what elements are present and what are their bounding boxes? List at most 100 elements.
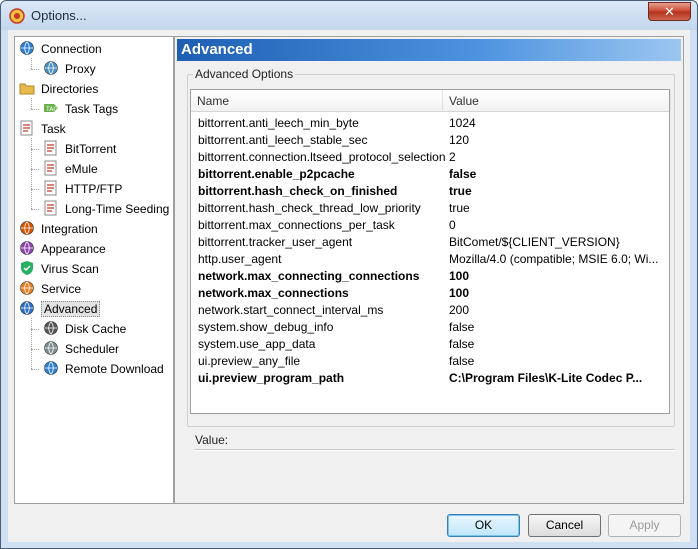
table-row[interactable]: network.max_connections 100 xyxy=(191,285,669,302)
tree-connector xyxy=(31,138,32,209)
integration-icon xyxy=(19,220,35,236)
tree-item-label: Integration xyxy=(41,222,98,236)
title-bar[interactable]: Options... ✕ xyxy=(1,1,697,30)
option-value: 100 xyxy=(449,269,470,283)
table-row[interactable]: bittorrent.tracker_user_agent BitComet/${… xyxy=(191,234,669,251)
tree-item-emule[interactable]: eMule xyxy=(43,160,98,178)
scheduler-icon xyxy=(43,340,59,356)
tree-item-disk-cache[interactable]: Disk Cache xyxy=(43,320,126,338)
ok-button[interactable]: OK xyxy=(447,514,520,537)
tree-item-proxy[interactable]: Proxy xyxy=(43,60,96,78)
option-name: system.show_debug_info xyxy=(198,320,334,334)
tree-item-directories[interactable]: Directories xyxy=(19,80,98,98)
folder-icon xyxy=(19,80,35,96)
tree-connector xyxy=(31,318,32,369)
option-name: bittorrent.max_connections_per_task xyxy=(198,218,395,232)
advanced-icon xyxy=(19,300,35,316)
tree-connector xyxy=(31,109,39,110)
option-value: false xyxy=(449,167,477,181)
apply-button[interactable]: Apply xyxy=(608,514,681,537)
client-area: Connection Proxy Directories TAG Task Tags Ta… xyxy=(8,30,690,542)
options-tree[interactable]: Connection Proxy Directories TAG Task Tags Ta… xyxy=(14,36,174,504)
palette-icon xyxy=(19,240,35,256)
option-name: network.max_connections xyxy=(198,286,349,300)
table-row[interactable]: bittorrent.enable_p2pcache false xyxy=(191,166,669,183)
cancel-button[interactable]: Cancel xyxy=(528,514,601,537)
table-row[interactable]: ui.preview_program_path C:\Program Files\… xyxy=(191,370,669,387)
option-name: bittorrent.hash_check_thread_low_priorit… xyxy=(198,201,421,215)
tree-item-advanced[interactable]: Advanced xyxy=(19,300,101,318)
tree-item-bittorrent[interactable]: BitTorrent xyxy=(43,140,116,158)
table-row[interactable]: system.show_debug_info false xyxy=(191,319,669,336)
option-value: false xyxy=(449,337,475,351)
options-list[interactable]: Name Value bittorrent.anti_leech_min_byt… xyxy=(190,89,671,414)
tree-item-long-time-seeding[interactable]: Long-Time Seeding xyxy=(43,200,169,218)
options-window: Options... ✕ Connection Proxy Directories T… xyxy=(0,0,698,549)
list-header: Name Value xyxy=(191,90,671,112)
tree-item-service[interactable]: Service xyxy=(19,280,81,298)
column-header-value[interactable]: Value xyxy=(443,90,671,112)
tree-item-task[interactable]: Task xyxy=(19,120,66,138)
option-name: bittorrent.enable_p2pcache xyxy=(198,167,355,181)
table-row[interactable]: bittorrent.anti_leech_min_byte 1024 xyxy=(191,115,669,132)
option-value: true xyxy=(449,184,472,198)
tree-connector xyxy=(31,69,39,70)
option-name: bittorrent.anti_leech_stable_sec xyxy=(198,133,368,147)
option-name: ui.preview_program_path xyxy=(198,371,345,385)
tree-item-http-ftp[interactable]: HTTP/FTP xyxy=(43,180,122,198)
table-row[interactable]: network.start_connect_interval_ms 200 xyxy=(191,302,669,319)
tree-item-task-tags[interactable]: TAG Task Tags xyxy=(43,100,118,118)
option-name: system.use_app_data xyxy=(198,337,316,351)
globe-icon xyxy=(19,40,35,56)
tree-item-label: Long-Time Seeding xyxy=(65,202,170,216)
option-name: bittorrent.anti_leech_min_byte xyxy=(198,116,359,130)
table-row[interactable]: bittorrent.hash_check_on_finished true xyxy=(191,183,669,200)
table-row[interactable]: bittorrent.connection.ltseed_protocol_se… xyxy=(191,149,669,166)
option-name: bittorrent.hash_check_on_finished xyxy=(198,184,398,198)
value-separator xyxy=(195,449,675,451)
option-value: false xyxy=(449,354,475,368)
table-row[interactable]: network.max_connecting_connections 100 xyxy=(191,268,669,285)
list-rows: bittorrent.anti_leech_min_byte 1024 bittor… xyxy=(191,115,669,387)
option-value: 1024 xyxy=(449,116,476,130)
tree-connector xyxy=(31,149,39,150)
tree-item-remote-download[interactable]: Remote Download xyxy=(43,360,164,378)
option-value: true xyxy=(449,201,470,215)
column-header-name[interactable]: Name xyxy=(191,90,443,112)
tree-connector xyxy=(31,58,32,69)
shield-icon xyxy=(19,260,35,276)
table-row[interactable]: bittorrent.max_connections_per_task 0 xyxy=(191,217,669,234)
tree-item-label: HTTP/FTP xyxy=(65,182,123,196)
network-icon xyxy=(43,60,59,76)
tree-item-virus-scan[interactable]: Virus Scan xyxy=(19,260,99,278)
tree-item-scheduler[interactable]: Scheduler xyxy=(43,340,119,358)
option-name: bittorrent.tracker_user_agent xyxy=(198,235,353,249)
table-row[interactable]: ui.preview_any_file false xyxy=(191,353,669,370)
tree-connector xyxy=(31,369,39,370)
tree-item-label: Task xyxy=(41,122,66,136)
option-value: 120 xyxy=(449,133,470,147)
option-value: false xyxy=(449,320,475,334)
tree-item-label: Service xyxy=(41,282,82,296)
task-icon xyxy=(43,180,59,196)
tree-item-connection[interactable]: Connection xyxy=(19,40,102,58)
panel-title: Advanced xyxy=(177,39,681,61)
task-icon xyxy=(43,140,59,156)
close-button[interactable]: ✕ xyxy=(648,2,691,21)
tree-item-label: Scheduler xyxy=(65,342,120,356)
table-row[interactable]: http.user_agent Mozilla/4.0 (compatible; … xyxy=(191,251,669,268)
tree-connector xyxy=(31,98,32,109)
table-row[interactable]: system.use_app_data false xyxy=(191,336,669,353)
task-icon xyxy=(19,120,35,136)
tree-connector xyxy=(31,349,39,350)
tag-icon: TAG xyxy=(43,100,59,116)
globe-icon xyxy=(43,360,59,376)
service-icon xyxy=(19,280,35,296)
disk-icon xyxy=(43,320,59,336)
tree-item-appearance[interactable]: Appearance xyxy=(19,240,106,258)
option-value: Mozilla/4.0 (compatible; MSIE 6.0; Wi... xyxy=(449,252,659,266)
table-row[interactable]: bittorrent.anti_leech_stable_sec 120 xyxy=(191,132,669,149)
tree-item-integration[interactable]: Integration xyxy=(19,220,98,238)
table-row[interactable]: bittorrent.hash_check_thread_low_priorit… xyxy=(191,200,669,217)
option-name: bittorrent.connection.ltseed_protocol_se… xyxy=(198,150,446,164)
